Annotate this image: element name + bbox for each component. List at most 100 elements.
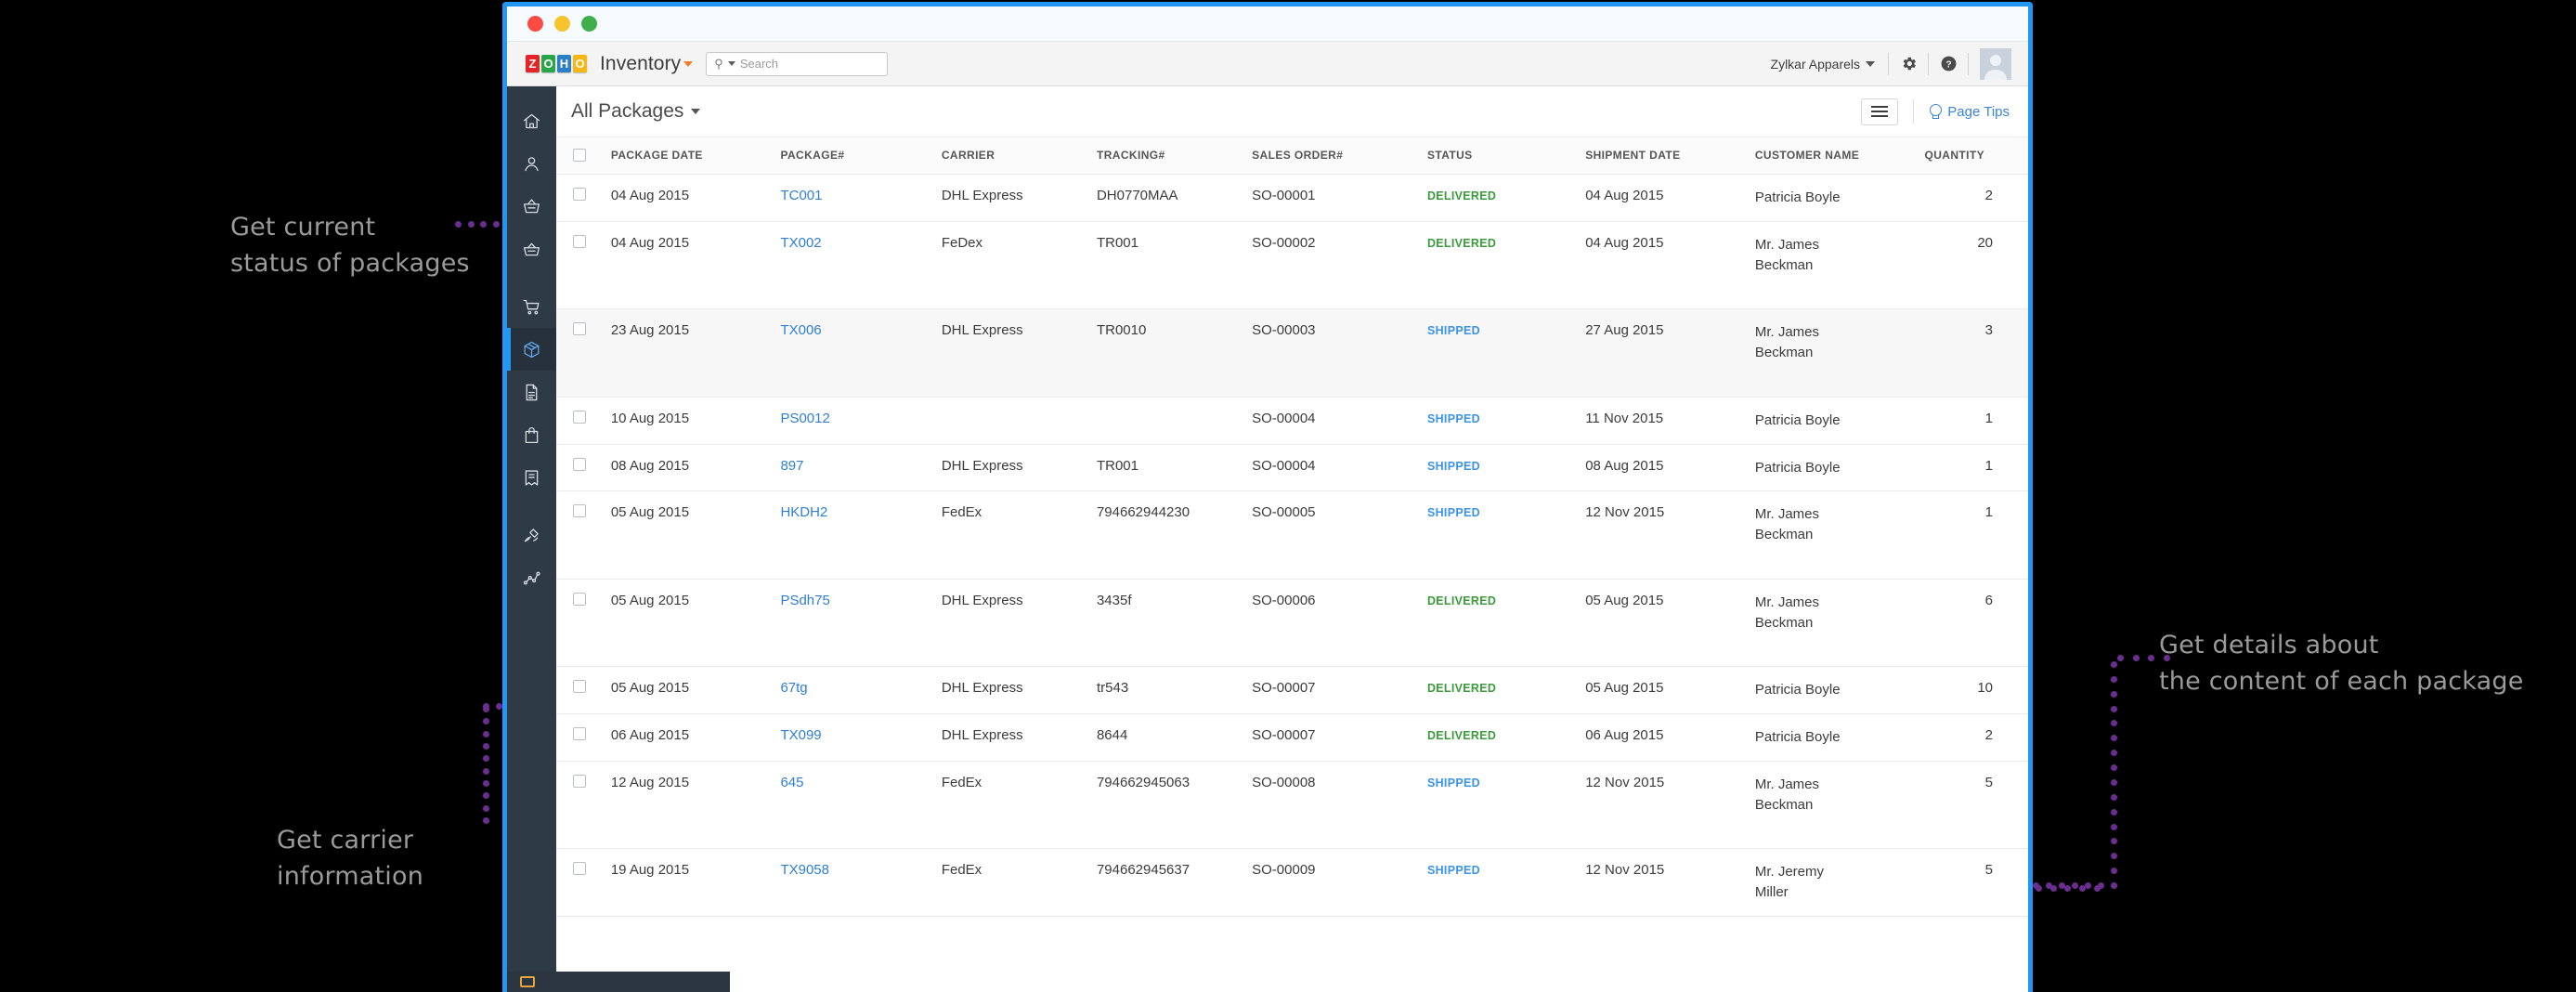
close-button[interactable] [527, 16, 543, 32]
row-checkbox[interactable] [573, 593, 586, 606]
column-header-shipment-date[interactable]: SHIPMENT DATE [1585, 137, 1755, 175]
row-checkbox[interactable] [573, 727, 586, 740]
cell-package-date: 12 Aug 2015 [611, 761, 781, 849]
cell-sales-order-no: SO-00003 [1252, 309, 1427, 398]
column-header-package-no[interactable]: PACKAGE# [780, 137, 941, 175]
app-body: All Packages Page Tips [507, 86, 2028, 992]
cell-tracking-no: tr543 [1097, 667, 1252, 714]
maximize-button[interactable] [581, 16, 597, 32]
gear-icon[interactable] [1889, 55, 1928, 72]
row-checkbox[interactable] [573, 235, 586, 248]
sidebar-item-inventory-adjustments[interactable] [507, 228, 556, 270]
sidebar-item-purchases[interactable] [507, 413, 556, 456]
column-header-carrier[interactable]: CARRIER [942, 137, 1097, 175]
zoho-logo[interactable]: Z O H O [526, 55, 587, 72]
minimize-button[interactable] [554, 16, 570, 32]
search-scope-chevron-down-icon[interactable] [728, 61, 735, 66]
cell-customer-name: Patricia Boyle [1755, 714, 1925, 762]
sidebar-item-sales-orders[interactable] [507, 285, 556, 328]
table-row[interactable]: 05 Aug 2015PSdh75DHL Express3435fSO-0000… [556, 579, 2028, 667]
status-badge: SHIPPED [1427, 324, 1480, 337]
table-row[interactable]: 12 Aug 2015645FedEx794662945063SO-00008S… [556, 761, 2028, 849]
table-row[interactable]: 05 Aug 201567tgDHL Expresstr543SO-00007D… [556, 667, 2028, 714]
leader-dot [2111, 824, 2117, 830]
column-header-package-date[interactable]: PACKAGE DATE [611, 137, 781, 175]
help-icon[interactable]: ? [1929, 55, 1968, 72]
package-link[interactable]: 645 [780, 775, 803, 790]
table-row[interactable]: 10 Aug 2015PS0012SO-00004SHIPPED11 Nov 2… [556, 397, 2028, 444]
search-input[interactable]: ⚲ Search [706, 52, 888, 76]
table-row[interactable]: 04 Aug 2015TC001DHL ExpressDH0770MAASO-0… [556, 175, 2028, 222]
basket-icon [522, 197, 541, 216]
cell-tracking-no: 8644 [1097, 714, 1252, 762]
row-checkbox[interactable] [573, 775, 586, 788]
customer-name-text: Mr. JamesBeckman [1755, 594, 1819, 631]
app-switcher[interactable]: Inventory [600, 53, 693, 75]
page-title-dropdown[interactable]: All Packages [571, 100, 700, 123]
packages-table: PACKAGE DATE PACKAGE# CARRIER TRACKING# … [556, 137, 2028, 917]
column-header-sales-order-no[interactable]: SALES ORDER# [1252, 137, 1427, 175]
column-header-customer-name[interactable]: CUSTOMER NAME [1755, 137, 1925, 175]
leader-dot [483, 731, 489, 737]
row-checkbox[interactable] [573, 188, 586, 201]
logo-letter-o1: O [541, 55, 555, 72]
sidebar-item-invoices[interactable] [507, 371, 556, 413]
table-row[interactable]: 19 Aug 2015TX9058FedEx794662945637SO-000… [556, 849, 2028, 917]
bottom-status-bar [507, 972, 730, 992]
column-header-tracking-no[interactable]: TRACKING# [1097, 137, 1252, 175]
cell-tracking-no: TR0010 [1097, 309, 1252, 398]
sidebar-item-home[interactable] [507, 99, 556, 142]
cell-customer-name: Mr. JamesBeckman [1755, 309, 1925, 398]
package-link[interactable]: TX002 [780, 235, 821, 251]
sidebar-item-integrations[interactable] [507, 514, 556, 556]
table-row[interactable]: 08 Aug 2015897DHL ExpressTR001SO-00004SH… [556, 444, 2028, 491]
row-checkbox[interactable] [573, 862, 586, 875]
cell-tracking-no [1097, 397, 1252, 444]
column-header-quantity[interactable]: QUANTITY [1924, 137, 2028, 175]
package-box-icon [522, 340, 541, 359]
package-link[interactable]: PSdh75 [780, 593, 829, 608]
receipt-icon [522, 468, 541, 488]
page-tips-button[interactable]: Page Tips [1929, 104, 2010, 120]
cell-shipment-date: 11 Nov 2015 [1585, 397, 1755, 444]
sidebar-item-packages[interactable] [507, 328, 556, 371]
cell-tracking-no: DH0770MAA [1097, 175, 1252, 222]
row-checkbox[interactable] [573, 680, 586, 693]
package-link[interactable]: PS0012 [780, 411, 829, 426]
cell-package-no: PS0012 [780, 397, 941, 444]
toolbar-right-cluster: Page Tips [1861, 98, 2010, 125]
cell-status: DELIVERED [1427, 714, 1585, 762]
status-badge: DELIVERED [1427, 729, 1496, 742]
table-row[interactable]: 06 Aug 2015TX099DHL Express8644SO-00007D… [556, 714, 2028, 762]
column-header-status[interactable]: STATUS [1427, 137, 1585, 175]
row-checkbox[interactable] [573, 458, 586, 471]
row-checkbox[interactable] [573, 504, 586, 517]
table-row[interactable]: 04 Aug 2015TX002FeDexTR001SO-00002DELIVE… [556, 221, 2028, 309]
package-link[interactable]: TX099 [780, 727, 821, 743]
cell-customer-name: Patricia Boyle [1755, 667, 1925, 714]
row-checkbox[interactable] [573, 411, 586, 424]
package-link[interactable]: 897 [780, 458, 803, 474]
sidebar-item-reports[interactable] [507, 556, 556, 599]
sidebar-item-contacts[interactable] [507, 142, 556, 185]
package-link[interactable]: TX9058 [780, 862, 829, 878]
leader-dot [2111, 706, 2117, 712]
package-link[interactable]: TC001 [780, 188, 822, 203]
select-all-checkbox[interactable] [573, 149, 586, 162]
package-link[interactable]: TX006 [780, 322, 821, 338]
window-titlebar [507, 7, 2028, 42]
table-row[interactable]: 23 Aug 2015TX006DHL ExpressTR0010SO-0000… [556, 309, 2028, 398]
sidebar-item-bills[interactable] [507, 456, 556, 499]
customer-name-text: Mr. JamesBeckman [1755, 506, 1819, 542]
package-link[interactable]: HKDH2 [780, 504, 827, 520]
cell-quantity: 5 [1924, 761, 2028, 849]
org-switcher[interactable]: Zylkar Apparels [1771, 57, 1888, 72]
package-link[interactable]: 67tg [780, 680, 807, 696]
sidebar-item-items[interactable] [507, 185, 556, 228]
table-row[interactable]: 05 Aug 2015HKDH2FedEx794662944230SO-0000… [556, 491, 2028, 580]
avatar[interactable] [1980, 48, 2011, 80]
row-select-cell [556, 491, 611, 580]
cell-sales-order-no: SO-00009 [1252, 849, 1427, 917]
row-checkbox[interactable] [573, 322, 586, 335]
list-view-toggle-button[interactable] [1861, 98, 1898, 125]
